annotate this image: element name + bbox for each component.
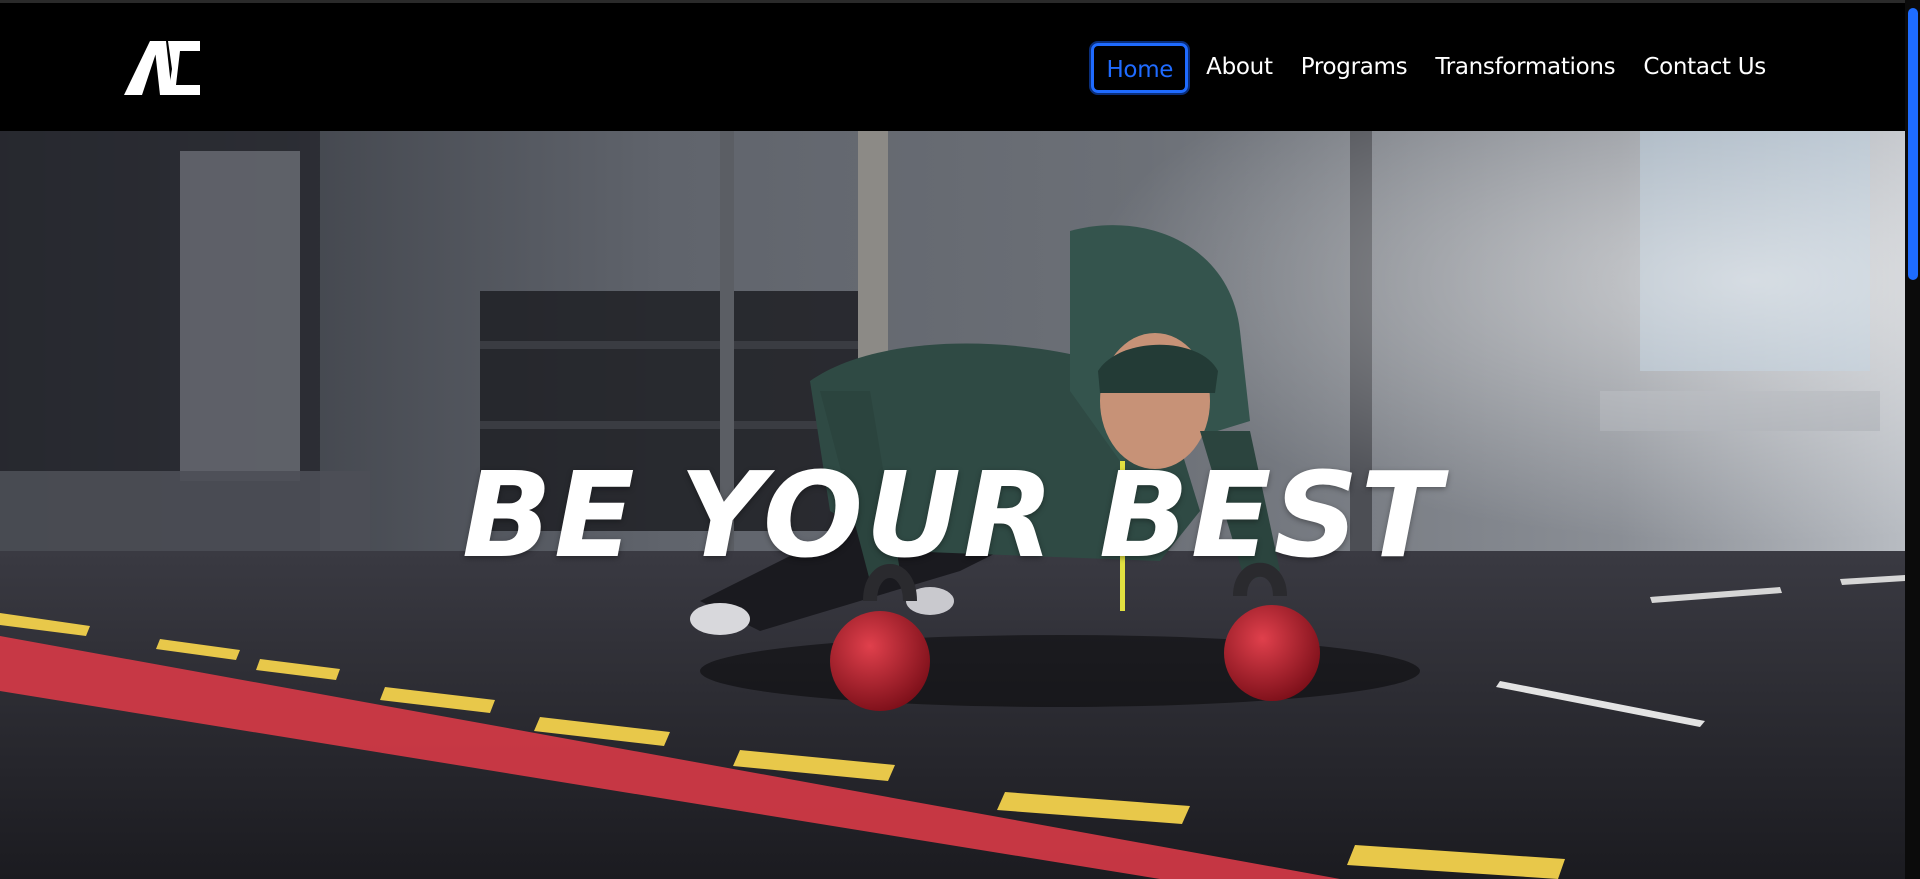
hero-headline: BE YOUR BEST	[462, 446, 1443, 584]
scrollbar-thumb[interactable]	[1908, 8, 1918, 280]
page-scrollbar[interactable]	[1905, 0, 1920, 879]
nav-programs-link[interactable]: Programs	[1287, 43, 1422, 93]
nav-about-link[interactable]: About	[1192, 43, 1287, 93]
main-nav: Home About Programs Transformations Cont…	[1091, 41, 1780, 95]
site-header: AC Home About Programs Transformations C…	[0, 3, 1905, 131]
nav-transformations-link[interactable]: Transformations	[1421, 43, 1629, 93]
hero-section: BE YOUR BEST	[0, 131, 1905, 879]
brand-logo[interactable]: AC	[120, 39, 202, 97]
nav-home-link[interactable]: Home	[1091, 43, 1189, 93]
nav-contact-link[interactable]: Contact Us	[1629, 43, 1780, 93]
